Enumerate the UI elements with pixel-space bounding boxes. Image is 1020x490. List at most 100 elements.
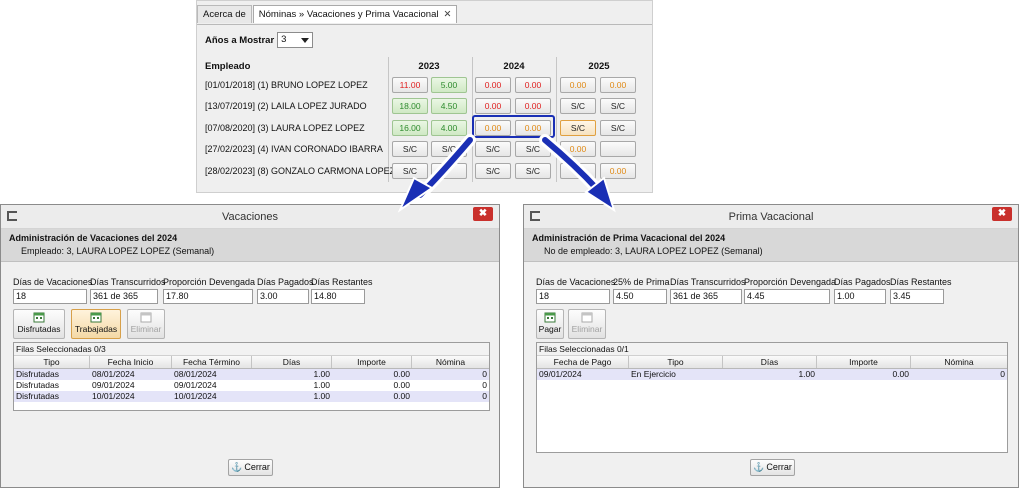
close-button[interactable]: ✖ (992, 207, 1012, 221)
years-select[interactable]: 3 (277, 32, 314, 48)
column-header-dias[interactable]: Días (723, 356, 817, 368)
column-header-dias[interactable]: Días (252, 356, 332, 368)
field-label: Días Pagados (834, 277, 891, 287)
tab-label: Nóminas » Vacaciones y Prima Vacacional (258, 9, 439, 20)
prima-days-cell[interactable]: 0.00 (600, 163, 636, 179)
vacation-days-cell[interactable]: 11.00 (392, 77, 428, 93)
prima-days-cell[interactable]: 4.50 (431, 98, 467, 114)
column-header-fecha-termino[interactable]: Fecha Término (172, 356, 252, 368)
table-row[interactable]: Disfrutadas 10/01/2024 10/01/2024 1.00 0… (14, 391, 489, 402)
vacation-days-cell[interactable]: 18.00 (392, 98, 428, 114)
vacation-days-cell[interactable]: S/C (475, 163, 511, 179)
vacation-days-cell[interactable]: 16.00 (392, 120, 428, 136)
field-value[interactable]: 4.45 (744, 289, 830, 304)
field-dias-transcurridos: Días Transcurridos 361 de 365 (670, 277, 746, 304)
close-icon[interactable]: ✕ (443, 9, 451, 20)
table-row[interactable]: Disfrutadas 09/01/2024 09/01/2024 1.00 0… (14, 380, 489, 391)
vacation-days-cell[interactable]: 0.00 (560, 141, 596, 157)
column-header-importe[interactable]: Importe (332, 356, 412, 368)
cell-nomina: 0 (482, 391, 487, 401)
field-value[interactable]: 3.00 (257, 289, 309, 304)
employee-header: Empleado (205, 61, 251, 72)
prima-grid: Filas Seleccionadas 0/1 Fecha de Pago Ti… (536, 342, 1008, 453)
cell-nomina: 0 (482, 369, 487, 379)
cell-fecha-inicio: 09/01/2024 (92, 380, 135, 390)
selected-2024-highlight (472, 115, 555, 138)
vacation-days-cell[interactable]: 0.00 (475, 77, 511, 93)
button-label: Disfrutadas (17, 324, 61, 334)
prima-days-cell[interactable] (600, 141, 636, 157)
eliminar-button[interactable]: Eliminar (127, 309, 165, 339)
disfrutadas-button[interactable]: Disfrutadas (13, 309, 65, 339)
field-value[interactable]: 18 (13, 289, 87, 304)
close-button[interactable]: ✖ (473, 207, 493, 221)
window-title: Prima Vacacional (728, 211, 814, 223)
prima-days-cell[interactable] (431, 163, 467, 179)
prima-days-cell[interactable]: 0.00 (515, 77, 551, 93)
vacation-days-cell[interactable]: 0.00 (560, 77, 596, 93)
cerrar-button[interactable]: ⚓ Cerrar (750, 459, 795, 476)
column-header-nomina[interactable]: Nómina (412, 356, 489, 368)
vacation-days-cell[interactable]: S/C (392, 163, 428, 179)
field-value[interactable]: 3.45 (890, 289, 944, 304)
prima-days-cell[interactable]: 0.00 (515, 98, 551, 114)
field-value[interactable]: 1.00 (834, 289, 886, 304)
prima-days-cell[interactable]: S/C (515, 141, 551, 157)
prima-days-cell[interactable]: S/C (600, 120, 636, 136)
field-label: Días de Vacaciones (13, 277, 93, 287)
field-value[interactable]: 18 (536, 289, 610, 304)
prima-days-cell[interactable]: S/C (431, 141, 467, 157)
cell-importe: 0.00 (393, 391, 410, 401)
button-label: Cerrar (244, 462, 270, 472)
eliminar-button[interactable]: Eliminar (568, 309, 606, 339)
dialog-header: Administración de Prima Vacacional del 2… (524, 229, 1018, 262)
field-dias-pagados: Días Pagados 1.00 (834, 277, 891, 304)
vacation-days-cell[interactable]: S/C (560, 98, 596, 114)
button-label: Eliminar (130, 324, 162, 334)
field-value[interactable]: 361 de 365 (90, 289, 158, 304)
field-value[interactable]: 4.50 (613, 289, 667, 304)
anchor-icon: ⚓ (753, 462, 765, 472)
column-header-nomina[interactable]: Nómina (911, 356, 1007, 368)
cell-fecha-termino: 08/01/2024 (174, 369, 217, 379)
trabajadas-button[interactable]: Trabajadas (71, 309, 121, 339)
field-dias-pagados: Días Pagados 3.00 (257, 277, 314, 304)
prima-days-cell[interactable]: 4.00 (431, 120, 467, 136)
vacation-days-cell[interactable]: S/C (475, 141, 511, 157)
vacation-days-cell[interactable]: S/C (392, 141, 428, 157)
field-value[interactable]: 361 de 365 (670, 289, 742, 304)
prima-days-cell[interactable]: 5.00 (431, 77, 467, 93)
years-label: Años a Mostrar (205, 34, 275, 46)
employee-name: [27/02/2023] (4) IVAN CORONADO IBARRA (205, 144, 383, 154)
vacation-days-cell[interactable]: 0.00 (475, 98, 511, 114)
employee-name: [07/08/2020] (3) LAURA LOPEZ LOPEZ (205, 123, 365, 133)
tab-acerca-de[interactable]: Acerca de (197, 5, 252, 23)
field-25-prima: 25% de Prima 4.50 (613, 277, 670, 304)
prima-days-cell[interactable]: S/C (515, 163, 551, 179)
button-label: Trabajadas (74, 324, 118, 334)
prima-days-cell[interactable]: S/C (600, 98, 636, 114)
tab-bar: Acerca de Nóminas » Vacaciones y Prima V… (197, 5, 458, 25)
field-value[interactable]: 17.80 (163, 289, 253, 304)
column-header-importe[interactable]: Importe (817, 356, 911, 368)
field-label: Proporción Devengada (163, 277, 256, 287)
column-header-tipo[interactable]: Tipo (629, 356, 723, 368)
cerrar-button[interactable]: ⚓ Cerrar (228, 459, 273, 476)
prima-vacacional-dialog: Prima Vacacional ✖ Administración de Pri… (523, 204, 1019, 488)
table-row[interactable]: Disfrutadas 08/01/2024 08/01/2024 1.00 0… (14, 369, 489, 380)
pagar-button[interactable]: Pagar (536, 309, 564, 339)
column-header-fecha-pago[interactable]: Fecha de Pago (537, 356, 629, 368)
calendar-icon (33, 312, 45, 323)
cell-tipo: Disfrutadas (16, 391, 59, 401)
column-header-fecha-inicio[interactable]: Fecha Inicio (90, 356, 172, 368)
prima-days-cell[interactable]: 0.00 (600, 77, 636, 93)
field-dias-restantes: Días Restantes 3.45 (890, 277, 952, 304)
table-row[interactable]: 09/01/2024 En Ejercicio 1.00 0.00 0 (537, 369, 1007, 380)
cell-fecha-termino: 09/01/2024 (174, 380, 217, 390)
vacation-days-cell[interactable]: S/C (560, 120, 596, 136)
vacation-days-cell[interactable] (560, 163, 596, 179)
column-header-tipo[interactable]: Tipo (14, 356, 90, 368)
tab-nominas-vacaciones[interactable]: Nóminas » Vacaciones y Prima Vacacional ✕ (252, 5, 458, 23)
field-value[interactable]: 14.80 (311, 289, 365, 304)
title-bar: Prima Vacacional ✖ (524, 205, 1018, 229)
